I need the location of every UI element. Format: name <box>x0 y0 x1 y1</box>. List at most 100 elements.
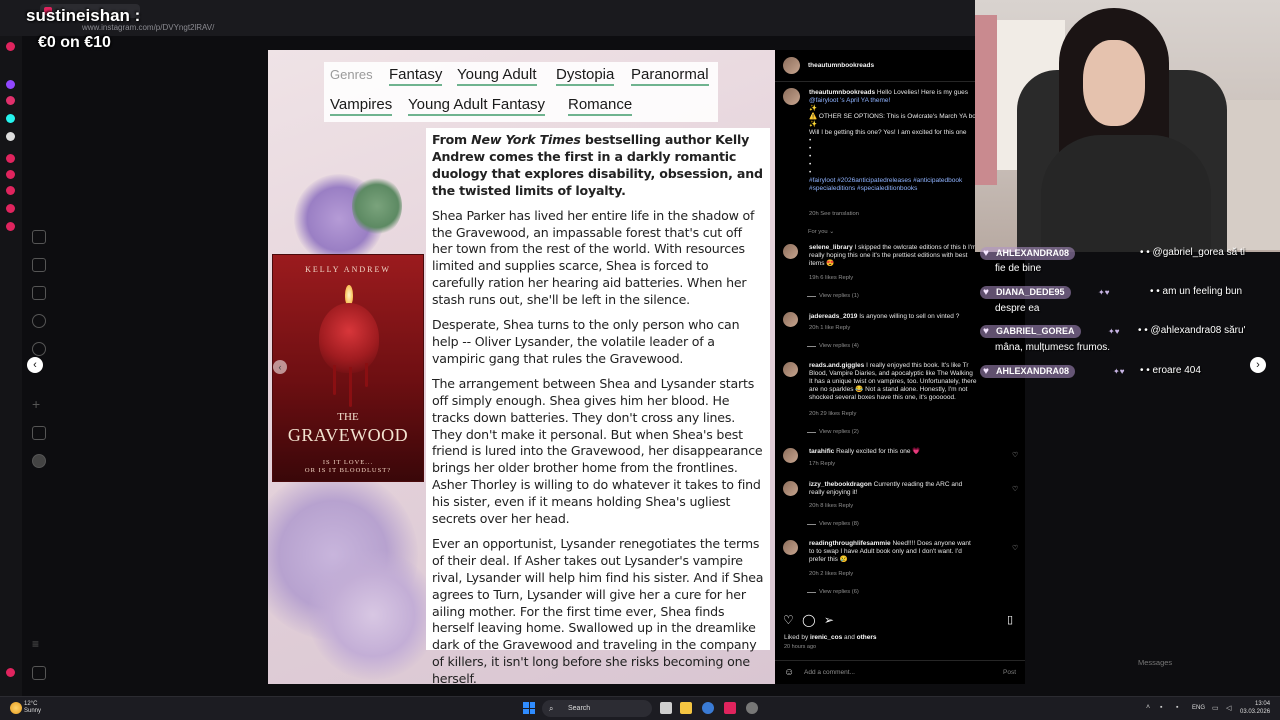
home-icon[interactable] <box>32 230 46 244</box>
task-view-icon[interactable] <box>660 702 672 714</box>
sidebar-app-icon[interactable] <box>6 668 15 677</box>
like-icon[interactable]: ♡ <box>783 613 794 627</box>
view-replies-link[interactable]: View replies (6) <box>807 589 859 595</box>
carousel-prev-icon[interactable]: ‹ <box>273 360 287 374</box>
next-post-arrow-icon[interactable]: › <box>1250 357 1266 373</box>
streamer-face <box>1083 40 1145 126</box>
view-replies-link[interactable]: View replies (1) <box>807 293 859 299</box>
commenter-avatar[interactable] <box>783 448 798 463</box>
post-actions: ♡ ◯ ➢ <box>783 613 834 627</box>
comment-composer: ☺ Add a comment... Post <box>775 660 1025 684</box>
chat-message: • • am un feeling bun <box>1150 286 1243 297</box>
genre-tag: Young Adult Fantasy <box>408 96 546 116</box>
twitch-icon[interactable] <box>6 80 15 89</box>
messages-button[interactable]: Messages <box>1138 658 1172 667</box>
comment-text: readingthroughlifesammie Need!!!! Does a… <box>809 540 971 563</box>
streamer-name: sustineishan : <box>26 6 141 25</box>
blurb-paragraph: Desperate, Shea turns to the only person… <box>432 317 740 366</box>
clock[interactable]: 13:04 03.03.2026 <box>1240 700 1270 716</box>
cover-author: KELLY ANDREW <box>305 265 391 274</box>
comment-meta[interactable]: 20h 2 likes Reply <box>809 571 853 577</box>
volume-icon[interactable]: ◁ <box>1226 704 1231 712</box>
profile-avatar-icon[interactable] <box>32 454 46 468</box>
chat-username: AHLEXANDRA08 <box>980 247 1076 260</box>
flower-decoration <box>308 550 438 680</box>
share-icon[interactable]: ➢ <box>824 613 834 627</box>
caption-meta[interactable]: 20h See translation <box>809 211 859 217</box>
commenter-avatar[interactable] <box>783 312 798 327</box>
sidebar-app-icon[interactable] <box>6 204 15 213</box>
like-comment-icon[interactable]: ♡ <box>1012 544 1018 552</box>
tray-chevron-icon[interactable]: ˄ <box>1146 704 1150 711</box>
browser-icon[interactable] <box>702 702 714 714</box>
windows-start-icon[interactable] <box>523 702 535 714</box>
sidebar-app-icon[interactable] <box>6 154 15 163</box>
network-icon[interactable]: ▭ <box>1212 704 1219 712</box>
chat-username: AHLEXANDRA08 <box>980 365 1076 378</box>
sort-comments[interactable]: For you ⌄ <box>808 229 834 235</box>
instagram-icon[interactable] <box>6 96 15 105</box>
tray-app-icon[interactable]: ▪ <box>1160 704 1162 711</box>
chat-username: DIANA_DEDE95 <box>980 286 1071 299</box>
chat-message-cont: mâna, mulțumesc frumos. <box>995 342 1111 353</box>
sidebar-app-icon[interactable] <box>6 186 15 195</box>
comment-meta[interactable]: 17h Reply <box>809 461 835 467</box>
candle-flame <box>345 285 353 305</box>
comment-icon[interactable]: ◯ <box>802 613 815 627</box>
menu-icon[interactable]: ≡ <box>32 638 46 652</box>
comment-meta[interactable]: 19h 6 likes Reply <box>809 275 853 281</box>
messages-icon[interactable] <box>32 286 46 300</box>
app-icon[interactable] <box>724 702 736 714</box>
bookmark-icon[interactable]: ▯ <box>1007 613 1013 626</box>
rose-illustration <box>319 303 379 373</box>
previous-post-arrow-icon[interactable]: ‹ <box>27 357 43 373</box>
view-replies-link[interactable]: View replies (8) <box>807 521 859 527</box>
view-replies-link[interactable]: View replies (2) <box>807 429 859 435</box>
chat-badges-icon: ✦♥ <box>1098 288 1110 297</box>
obs-icon[interactable] <box>746 702 758 714</box>
genre-tag: Vampires <box>330 96 393 116</box>
explore-icon[interactable] <box>32 342 46 356</box>
genres-label: Genres <box>330 67 373 82</box>
view-replies-link[interactable]: View replies (4) <box>807 343 859 349</box>
dashboard-icon[interactable] <box>32 426 46 440</box>
comment-meta[interactable]: 20h 1 like Reply <box>809 325 850 331</box>
blurb-paragraph: Ever an opportunist, Lysander renegotiat… <box>432 535 764 684</box>
blood-drip <box>333 365 336 395</box>
taskbar-search[interactable]: Search <box>542 700 652 717</box>
tray-app-icon[interactable]: ▪ <box>1176 704 1178 711</box>
language-indicator[interactable]: ENG <box>1192 705 1205 711</box>
tiktok-icon[interactable] <box>6 114 15 123</box>
sidebar-app-icon[interactable] <box>6 222 15 231</box>
comment-input[interactable]: Add a comment... <box>804 669 855 676</box>
weather-widget[interactable]: 12°C Sunny <box>24 701 41 715</box>
chat-message: • • @gabriel_gorea să ti <box>1140 247 1245 258</box>
commenter-avatar[interactable] <box>783 481 798 496</box>
emoji-icon[interactable]: ☺ <box>784 667 794 678</box>
sun-icon[interactable] <box>10 702 22 714</box>
author-avatar[interactable] <box>783 88 800 105</box>
sidebar-app-icon[interactable] <box>6 170 15 179</box>
meta-icon[interactable] <box>32 666 46 680</box>
browser-top-bar: www.instagram.com/p/DVYngt2lRAV/ <box>0 0 975 36</box>
like-comment-icon[interactable]: ♡ <box>1012 451 1018 459</box>
comment-meta[interactable]: 20h 29 likes Reply <box>809 411 856 417</box>
author-avatar[interactable] <box>783 57 800 74</box>
genre-tag: Romance <box>568 96 633 116</box>
search-icon[interactable] <box>32 314 46 328</box>
chat-message-cont: despre ea <box>995 303 1040 314</box>
blood-drip <box>365 363 368 387</box>
post-author[interactable]: theautumnbookreads <box>808 62 874 69</box>
post-button[interactable]: Post <box>1003 669 1016 676</box>
reels-icon[interactable] <box>32 258 46 272</box>
shelf <box>1225 100 1280 250</box>
commenter-avatar[interactable] <box>783 244 798 259</box>
commenter-avatar[interactable] <box>783 540 798 555</box>
x-icon[interactable] <box>6 132 15 141</box>
commenter-avatar[interactable] <box>783 362 798 377</box>
create-icon[interactable]: + <box>32 397 46 412</box>
file-explorer-icon[interactable] <box>680 702 692 714</box>
pinned-app-icon[interactable] <box>6 42 15 51</box>
comment-meta[interactable]: 20h 8 likes Reply <box>809 503 853 509</box>
like-comment-icon[interactable]: ♡ <box>1012 485 1018 493</box>
